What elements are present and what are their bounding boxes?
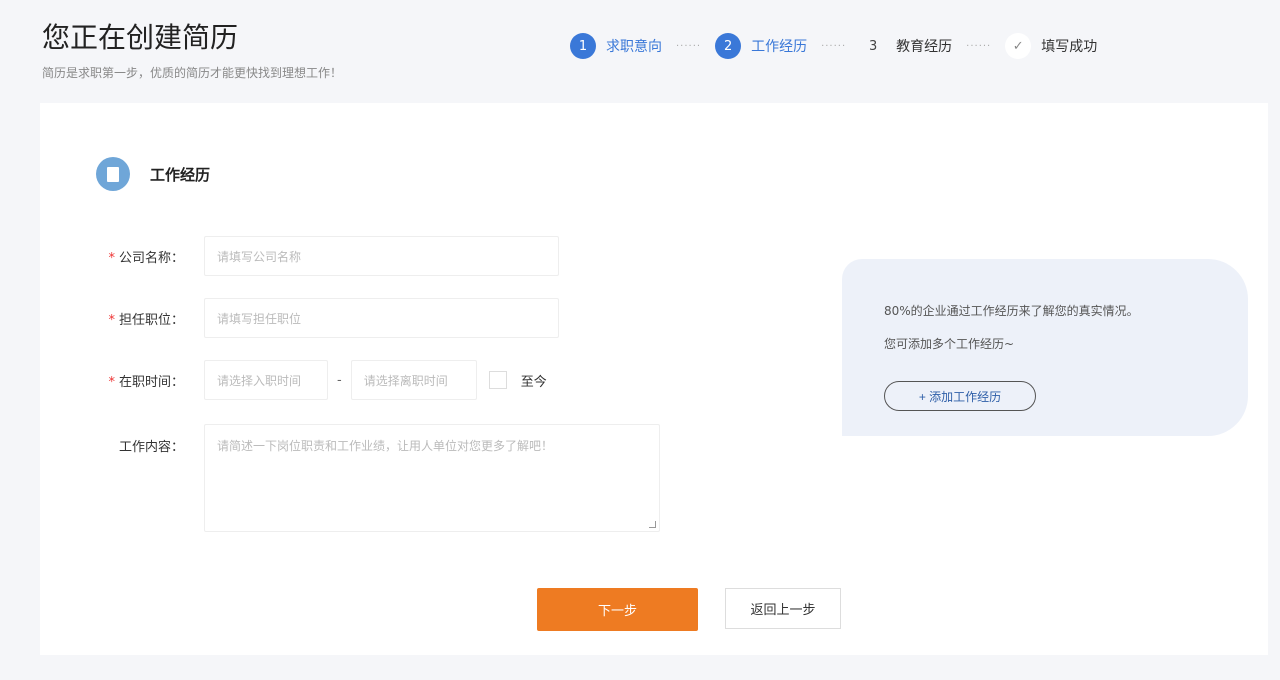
step-job-intention: 1 求职意向: [570, 33, 662, 59]
step-label: 工作经历: [751, 36, 807, 56]
company-input[interactable]: 请填写公司名称: [204, 236, 559, 276]
progress-steps: 1 求职意向 ······ 2 工作经历 ······ 3 教育经历 ······ ✓…: [570, 33, 1097, 59]
document-icon: [96, 157, 130, 191]
step-number: 2: [715, 33, 741, 59]
step-separator: ······: [821, 41, 846, 52]
period-row: * 在职时间： 请选择入职时间 - 请选择离职时间 至今: [100, 360, 547, 400]
next-button[interactable]: 下一步: [537, 588, 698, 631]
step-label: 填写成功: [1041, 36, 1097, 56]
page-subtitle: 简历是求职第一步，优质的简历才能更快找到理想工作！: [42, 64, 342, 81]
step-label: 求职意向: [606, 36, 662, 56]
content-label: 工作内容：: [100, 424, 204, 455]
tip-panel: 80%的企业通过工作经历来了解您的真实情况。 您可添加多个工作经历~ + 添加工…: [842, 259, 1248, 436]
page-title: 您正在创建简历: [42, 16, 238, 56]
company-label: * 公司名称：: [100, 247, 204, 266]
content-row: 工作内容： 请简述一下岗位职责和工作业绩，让用人单位对您更多了解吧！: [100, 424, 660, 532]
step-work-experience: 2 工作经历: [715, 33, 807, 59]
start-date-input[interactable]: 请选择入职时间: [204, 360, 328, 400]
step-education: 3 教育经历: [860, 33, 952, 59]
required-mark: *: [108, 251, 115, 266]
date-separator: -: [337, 373, 342, 388]
position-label: * 担任职位：: [100, 309, 204, 328]
check-icon: ✓: [1005, 33, 1031, 59]
until-now-checkbox[interactable]: [489, 371, 507, 389]
content-textarea[interactable]: 请简述一下岗位职责和工作业绩，让用人单位对您更多了解吧！: [204, 424, 660, 532]
required-mark: *: [108, 375, 115, 390]
label-text: 在职时间：: [119, 375, 184, 390]
label-text: 担任职位：: [119, 313, 184, 328]
step-separator: ······: [676, 41, 701, 52]
step-number: 1: [570, 33, 596, 59]
until-now-label[interactable]: 至今: [521, 371, 547, 390]
required-mark: *: [108, 313, 115, 328]
period-label: * 在职时间：: [100, 371, 204, 390]
position-input[interactable]: 请填写担任职位: [204, 298, 559, 338]
section-title: 工作经历: [150, 164, 210, 185]
step-complete: ✓ 填写成功: [1005, 33, 1097, 59]
step-label: 教育经历: [896, 36, 952, 56]
step-separator: ······: [966, 41, 991, 52]
label-text: 公司名称：: [119, 251, 184, 266]
company-row: * 公司名称： 请填写公司名称: [100, 236, 559, 276]
form-card: 工作经历 * 公司名称： 请填写公司名称 * 担任职位： 请填写担任职位 * 在职时间…: [40, 103, 1268, 655]
position-row: * 担任职位： 请填写担任职位: [100, 298, 559, 338]
back-button[interactable]: 返回上一步: [725, 588, 841, 629]
add-work-experience-button[interactable]: + 添加工作经历: [884, 381, 1036, 411]
tip-line-1: 80%的企业通过工作经历来了解您的真实情况。: [884, 295, 1206, 328]
section-header: 工作经历: [96, 157, 210, 191]
tip-line-2: 您可添加多个工作经历~: [884, 328, 1206, 361]
end-date-input[interactable]: 请选择离职时间: [351, 360, 477, 400]
step-number: 3: [860, 33, 886, 59]
